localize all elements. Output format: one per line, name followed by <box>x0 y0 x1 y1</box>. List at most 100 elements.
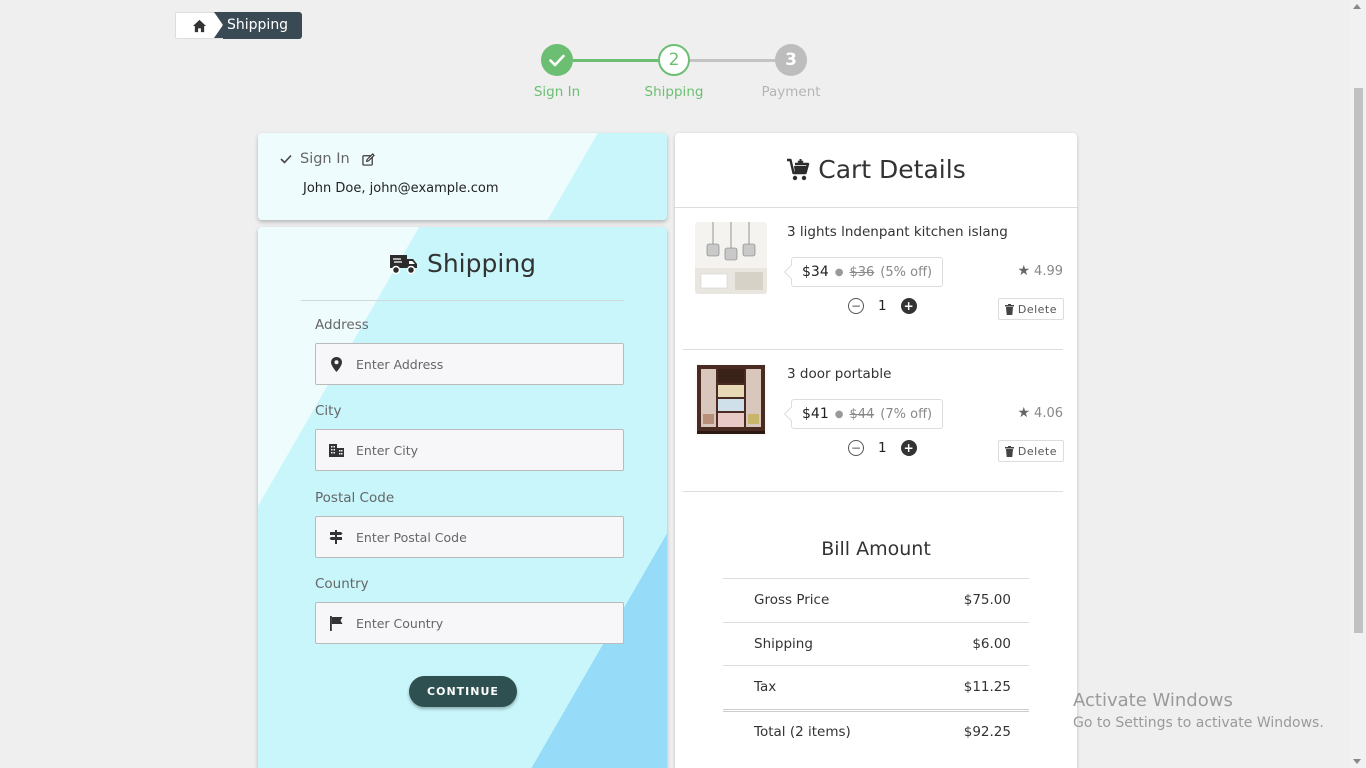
step-label: Sign In <box>533 84 581 100</box>
trash-icon <box>1004 303 1014 315</box>
increase-quantity-button[interactable]: + <box>900 298 917 314</box>
cart-plus-icon <box>787 158 810 180</box>
product-image[interactable] <box>695 222 767 294</box>
quantity-value: 1 <box>878 298 887 314</box>
address-field[interactable] <box>315 343 624 385</box>
bill-label: Gross Price <box>754 592 830 609</box>
location-pin-icon <box>316 356 356 372</box>
postal-code-label: Postal Code <box>315 490 395 506</box>
shipping-form-card: Shipping Address City Postal Code Countr… <box>258 227 667 768</box>
decrease-quantity-button[interactable]: − <box>848 298 864 314</box>
price-tag: $41 ● $44 (7% off) <box>791 399 944 429</box>
separator-dot: ● <box>834 266 844 278</box>
quantity-stepper: − 1 + <box>848 440 917 456</box>
step-label: Payment <box>761 84 821 100</box>
trash-icon <box>1004 445 1014 457</box>
step-sign-in[interactable]: Sign In <box>507 44 607 100</box>
signin-title: Sign In <box>300 151 350 167</box>
bill-label: Tax <box>754 679 777 696</box>
product-name[interactable]: 3 door portable <box>787 366 891 382</box>
discount: (5% off) <box>880 264 933 280</box>
bill-total-row: Total (2 items) $92.25 <box>723 708 1029 753</box>
step-label: Shipping <box>644 84 704 100</box>
bill-table: Gross Price $75.00 Shipping $6.00 Tax $1… <box>723 578 1029 753</box>
delete-item-button[interactable]: Delete <box>997 440 1064 462</box>
bill-row: Shipping $6.00 <box>723 621 1029 666</box>
delete-label: Delete <box>1017 444 1057 458</box>
check-icon <box>280 154 292 164</box>
discount: (7% off) <box>880 406 933 422</box>
original-price: $36 <box>849 264 875 280</box>
product-rating: ★ 4.99 <box>1017 263 1063 279</box>
bill-row: Tax $11.25 <box>723 665 1029 709</box>
divider <box>683 491 1063 492</box>
decrease-quantity-button[interactable]: − <box>848 440 864 456</box>
divider <box>301 300 624 301</box>
signin-user-info: John Doe, john@example.com <box>303 181 499 196</box>
signpost-icon <box>316 530 356 544</box>
quantity-stepper: − 1 + <box>848 298 917 314</box>
postal-code-field[interactable] <box>315 516 624 558</box>
bill-value: $92.25 <box>963 724 1011 740</box>
address-input[interactable] <box>356 356 606 372</box>
flag-icon <box>316 615 356 631</box>
scroll-up-arrow-icon[interactable] <box>1353 4 1361 9</box>
bill-row: Gross Price $75.00 <box>723 578 1029 622</box>
country-field[interactable] <box>315 602 624 644</box>
edit-icon <box>362 152 375 166</box>
product-rating: ★ 4.06 <box>1017 405 1063 421</box>
home-icon <box>192 19 206 32</box>
breadcrumb-current[interactable]: Shipping <box>213 12 303 39</box>
country-label: Country <box>315 576 369 592</box>
original-price: $44 <box>849 406 875 422</box>
postal-code-input[interactable] <box>356 529 606 545</box>
cart-details-card: Cart Details 3 lights lndenpant kitchen … <box>675 133 1077 768</box>
checkout-stepper: Sign In 2 Shipping 3 Payment <box>520 44 840 104</box>
increase-quantity-button[interactable]: + <box>900 440 917 456</box>
watermark-subtitle: Go to Settings to activate Windows. <box>1073 715 1324 731</box>
cart-heading: Cart Details <box>675 155 1077 184</box>
step-payment: 3 Payment <box>741 44 841 100</box>
city-label: City <box>315 403 342 419</box>
bill-label: Total (2 items) <box>754 724 851 740</box>
bill-value: $6.00 <box>972 635 1011 652</box>
breadcrumb: Shipping <box>175 12 303 39</box>
city-icon <box>316 443 356 457</box>
step-shipping[interactable]: 2 Shipping <box>624 44 724 100</box>
quantity-value: 1 <box>878 440 887 456</box>
cart-item: 3 door portable $41 ● $44 (7% off) ★ 4.0… <box>675 350 1077 490</box>
shipping-title: Shipping <box>426 249 537 278</box>
cart-item: 3 lights lndenpant kitchen islang $34 ● … <box>675 208 1077 348</box>
step-number: 3 <box>775 44 807 76</box>
price-tag: $34 ● $36 (5% off) <box>791 257 944 287</box>
signin-header: Sign In <box>280 151 375 167</box>
separator-dot: ● <box>834 408 844 420</box>
scroll-down-arrow-icon[interactable] <box>1353 759 1361 764</box>
rating-value: 4.06 <box>1034 405 1063 421</box>
delete-item-button[interactable]: Delete <box>997 298 1064 320</box>
bill-amount-title: Bill Amount <box>821 538 931 560</box>
windows-activation-watermark: Activate Windows Go to Settings to activ… <box>1073 690 1324 731</box>
bill-value: $11.25 <box>963 679 1011 696</box>
edit-signin-button[interactable] <box>362 152 375 166</box>
city-field[interactable] <box>315 429 624 471</box>
product-name[interactable]: 3 lights lndenpant kitchen islang <box>787 224 1008 240</box>
star-icon: ★ <box>1017 263 1031 279</box>
step-complete-circle <box>541 44 573 76</box>
check-icon <box>549 54 565 66</box>
rating-value: 4.99 <box>1034 263 1063 279</box>
star-icon: ★ <box>1017 405 1031 421</box>
cart-title: Cart Details <box>818 155 966 184</box>
country-input[interactable] <box>356 615 606 631</box>
truck-icon <box>389 254 417 274</box>
current-price: $41 <box>802 406 829 422</box>
shipping-heading: Shipping <box>258 249 667 278</box>
continue-button[interactable]: CONTINUE <box>409 676 517 707</box>
signin-summary-card: Sign In John Doe, john@example.com <box>258 133 667 220</box>
product-image[interactable] <box>695 364 767 436</box>
vertical-scrollbar[interactable] <box>1349 0 1366 768</box>
city-input[interactable] <box>356 442 606 458</box>
scrollbar-thumb[interactable] <box>1354 88 1363 633</box>
step-number: 2 <box>658 44 690 76</box>
bill-label: Shipping <box>754 635 813 652</box>
